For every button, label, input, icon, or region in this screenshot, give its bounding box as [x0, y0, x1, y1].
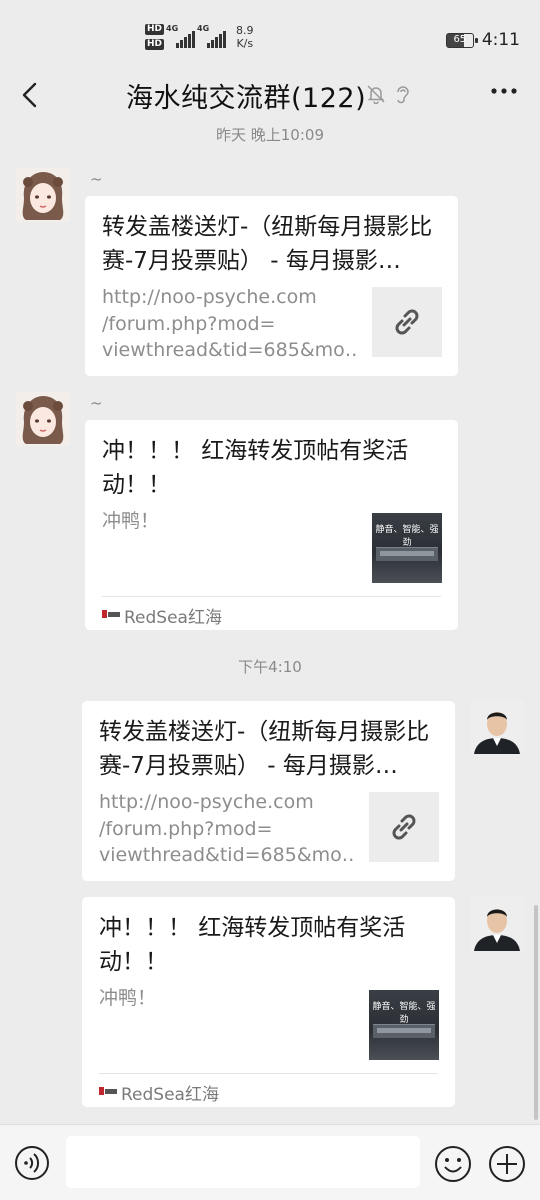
back-chevron-icon[interactable]: [14, 78, 48, 112]
card-url: http://noo-psyche.com /forum.php?mod= vi…: [102, 286, 357, 361]
link-card[interactable]: 转发盖楼送灯-（纽斯每月摄影比赛-7月投票贴） - 每月摄影… http://n…: [85, 196, 458, 376]
link-icon: [392, 814, 416, 840]
cartoon-girl-avatar-icon: [16, 392, 70, 446]
signal-icon: 4G: [197, 24, 227, 48]
avatar[interactable]: [470, 700, 524, 754]
card-description: 冲鸭！: [99, 987, 157, 1009]
timestamp: 下午4:10: [238, 658, 302, 676]
avatar[interactable]: [16, 168, 70, 222]
source-name: RedSea红海: [124, 608, 222, 628]
link-icon: [395, 309, 419, 335]
battery-icon: 65: [445, 32, 478, 48]
chat-title: 海水纯交流群(122): [126, 83, 367, 114]
card-url: http://noo-psyche.com /forum.php?mod= vi…: [99, 791, 354, 866]
man-portrait-avatar-icon: [470, 700, 524, 754]
ear-icon: [397, 86, 409, 104]
network-type: 4G: [197, 24, 210, 33]
avatar[interactable]: [470, 897, 524, 951]
plus-icon[interactable]: [488, 1145, 526, 1183]
signal-icon: 4G: [166, 24, 196, 48]
card-title: 冲！！！ 红海转发顶帖有奖活动！！: [102, 438, 409, 498]
article-thumbnail: 静音、智能、强劲: [369, 990, 439, 1060]
status-bar: HD HD 4G 4G 8.9 K/s 65 4:11: [0, 0, 540, 70]
redsea-logo-icon: [102, 610, 120, 618]
emoji-icon[interactable]: [434, 1145, 472, 1183]
mute-bell-icon: [367, 85, 385, 104]
man-portrait-avatar-icon: [470, 897, 524, 951]
card-title: 转发盖楼送灯-（纽斯每月摄影比赛-7月投票贴） - 每月摄影…: [102, 214, 433, 274]
source-name: RedSea红海: [121, 1085, 219, 1105]
card-title: 冲！！！ 红海转发顶帖有奖活动！！: [99, 915, 406, 975]
network-speed: 8.9 K/s: [236, 24, 254, 50]
message-input[interactable]: [66, 1136, 420, 1188]
link-thumbnail: [372, 287, 442, 357]
article-card[interactable]: 冲！！！ 红海转发顶帖有奖活动！！ 冲鸭！ 静音、智能、强劲 RedSea红海: [85, 420, 458, 630]
card-title: 转发盖楼送灯-（纽斯每月摄影比赛-7月投票贴） - 每月摄影…: [99, 719, 430, 779]
divider: [102, 596, 441, 597]
article-thumbnail: 静音、智能、强劲: [372, 513, 442, 583]
hd-badge: HD: [145, 39, 165, 50]
voice-icon[interactable]: [14, 1145, 50, 1181]
clock: 4:11: [481, 30, 520, 50]
sender-name: ~: [90, 170, 103, 188]
article-card[interactable]: 冲！！！ 红海转发顶帖有奖活动！！ 冲鸭！ 静音、智能、强劲 RedSea红海: [82, 897, 455, 1107]
link-thumbnail: [369, 792, 439, 862]
avatar[interactable]: [16, 392, 70, 446]
divider: [99, 1073, 438, 1074]
scrollbar[interactable]: [534, 905, 538, 1120]
card-description: 冲鸭！: [102, 510, 160, 532]
sender-name: ~: [90, 394, 103, 412]
redsea-logo-icon: [99, 1087, 117, 1095]
network-indicators: HD HD 4G 4G 8.9 K/s: [145, 24, 254, 50]
input-bar: [0, 1124, 540, 1200]
cartoon-girl-avatar-icon: [16, 168, 70, 222]
network-type: 4G: [166, 24, 179, 33]
more-dots-icon[interactable]: [490, 86, 518, 96]
link-card[interactable]: 转发盖楼送灯-（纽斯每月摄影比赛-7月投票贴） - 每月摄影… http://n…: [82, 701, 455, 881]
chat-header: 海水纯交流群(122): [0, 70, 540, 120]
timestamp: 昨天 晚上10:09: [216, 126, 324, 144]
hd-badge: HD: [145, 24, 165, 35]
